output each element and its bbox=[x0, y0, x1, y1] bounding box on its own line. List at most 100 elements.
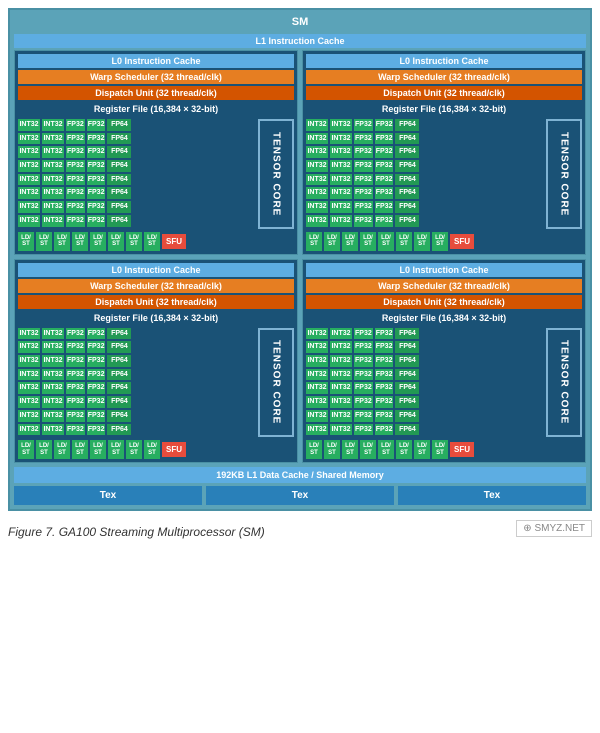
int32-cell: INT32 bbox=[306, 201, 328, 213]
ld-st-cell: LD/ST bbox=[324, 440, 340, 459]
ld-st-cell: LD/ST bbox=[72, 232, 88, 251]
int32-cell: INT32 bbox=[306, 424, 328, 436]
table-row: INT32 INT32 FP32 FP32 FP64 bbox=[18, 215, 255, 227]
table-row: INT32 INT32 FP32 FP32 FP64 bbox=[306, 133, 543, 145]
fp64-cell: FP64 bbox=[395, 174, 419, 186]
int-fp-grid-tl: INT32 INT32 FP32 FP32 FP64 INT32 INT32 F… bbox=[18, 119, 255, 229]
fp32-cell: FP32 bbox=[375, 160, 394, 172]
dispatch-unit-tl: Dispatch Unit (32 thread/clk) bbox=[18, 86, 294, 100]
fp32-cell: FP32 bbox=[66, 341, 85, 353]
fp32-cell: FP32 bbox=[375, 382, 394, 394]
int32-cell: INT32 bbox=[18, 215, 40, 227]
sm-title: SM bbox=[14, 14, 586, 30]
int32-cell: INT32 bbox=[18, 328, 40, 340]
fp32-cell: FP32 bbox=[66, 382, 85, 394]
ld-st-cell: LD/ST bbox=[414, 232, 430, 251]
table-row: INT32 INT32 FP32 FP32 FP64 bbox=[18, 341, 255, 353]
fp32-cell: FP32 bbox=[66, 174, 85, 186]
int32-cell: INT32 bbox=[330, 369, 352, 381]
fp32-cell: FP32 bbox=[87, 187, 106, 199]
int32-cell: INT32 bbox=[330, 382, 352, 394]
ld-st-cell: LD/ST bbox=[306, 232, 322, 251]
fp32-cell: FP32 bbox=[354, 369, 373, 381]
fp32-cell: FP32 bbox=[354, 382, 373, 394]
table-row: INT32 INT32 FP32 FP32 FP64 bbox=[18, 160, 255, 172]
table-row: INT32 INT32 FP32 FP32 FP64 bbox=[306, 382, 543, 394]
fp32-cell: FP32 bbox=[375, 146, 394, 158]
fp32-cell: FP32 bbox=[87, 382, 106, 394]
fp32-cell: FP32 bbox=[375, 174, 394, 186]
int32-cell: INT32 bbox=[330, 201, 352, 213]
fp64-cell: FP64 bbox=[395, 355, 419, 367]
int32-cell: INT32 bbox=[42, 187, 64, 199]
table-row: INT32 INT32 FP32 FP32 FP64 bbox=[306, 341, 543, 353]
int32-cell: INT32 bbox=[330, 187, 352, 199]
ld-st-cell: LD/ST bbox=[306, 440, 322, 459]
int32-cell: INT32 bbox=[330, 119, 352, 131]
int32-cell: INT32 bbox=[18, 424, 40, 436]
dispatch-unit-tr: Dispatch Unit (32 thread/clk) bbox=[306, 86, 582, 100]
fp64-cell: FP64 bbox=[107, 355, 131, 367]
fp32-cell: FP32 bbox=[87, 355, 106, 367]
l1-instruction-cache-top: L1 Instruction Cache bbox=[14, 34, 586, 48]
int32-cell: INT32 bbox=[18, 133, 40, 145]
fp32-cell: FP32 bbox=[354, 424, 373, 436]
fp32-cell: FP32 bbox=[87, 201, 106, 213]
ld-st-cell: LD/ST bbox=[144, 440, 160, 459]
fp32-cell: FP32 bbox=[375, 328, 394, 340]
int32-cell: INT32 bbox=[330, 160, 352, 172]
four-quadrants: L0 Instruction Cache Warp Scheduler (32 … bbox=[14, 50, 586, 463]
int32-cell: INT32 bbox=[330, 341, 352, 353]
fp64-cell: FP64 bbox=[107, 187, 131, 199]
fp32-cell: FP32 bbox=[375, 187, 394, 199]
quadrant-top-right: L0 Instruction Cache Warp Scheduler (32 … bbox=[302, 50, 586, 255]
fp32-cell: FP32 bbox=[87, 146, 106, 158]
fp64-cell: FP64 bbox=[395, 341, 419, 353]
sfu-cell-tr: SFU bbox=[450, 234, 474, 249]
fp64-cell: FP64 bbox=[107, 328, 131, 340]
fp32-cell: FP32 bbox=[66, 201, 85, 213]
int32-cell: INT32 bbox=[306, 215, 328, 227]
int32-cell: INT32 bbox=[330, 355, 352, 367]
fp32-cell: FP32 bbox=[66, 396, 85, 408]
fp32-cell: FP32 bbox=[66, 424, 85, 436]
int32-cell: INT32 bbox=[42, 382, 64, 394]
fp32-cell: FP32 bbox=[375, 410, 394, 422]
fp32-cell: FP32 bbox=[87, 396, 106, 408]
fp64-cell: FP64 bbox=[395, 369, 419, 381]
int32-cell: INT32 bbox=[18, 187, 40, 199]
table-row: INT32 INT32 FP32 FP32 FP64 bbox=[306, 201, 543, 213]
ld-st-cell: LD/ST bbox=[36, 232, 52, 251]
int32-cell: INT32 bbox=[42, 355, 64, 367]
fp32-cell: FP32 bbox=[66, 369, 85, 381]
tex-cells: Tex Tex Tex bbox=[14, 486, 586, 505]
tex-cell-center: Tex bbox=[206, 486, 394, 505]
fp32-cell: FP32 bbox=[354, 355, 373, 367]
table-row: INT32 INT32 FP32 FP32 FP64 bbox=[18, 355, 255, 367]
bottom-row-bl: LD/ST LD/ST LD/ST LD/ST LD/ST LD/ST LD/S… bbox=[18, 440, 294, 459]
fp64-cell: FP64 bbox=[395, 146, 419, 158]
fp64-cell: FP64 bbox=[395, 160, 419, 172]
fp64-cell: FP64 bbox=[107, 410, 131, 422]
fp64-cell: FP64 bbox=[107, 133, 131, 145]
ld-st-cell: LD/ST bbox=[396, 232, 412, 251]
int32-cell: INT32 bbox=[306, 146, 328, 158]
warp-scheduler-tl: Warp Scheduler (32 thread/clk) bbox=[18, 70, 294, 84]
fp32-cell: FP32 bbox=[375, 424, 394, 436]
fp32-cell: FP32 bbox=[375, 396, 394, 408]
sfu-cell-bl: SFU bbox=[162, 442, 186, 457]
tex-cell-left: Tex bbox=[14, 486, 202, 505]
int32-cell: INT32 bbox=[18, 174, 40, 186]
table-row: INT32 INT32 FP32 FP32 FP64 bbox=[306, 396, 543, 408]
fp32-cell: FP32 bbox=[87, 160, 106, 172]
l0-cache-bl: L0 Instruction Cache bbox=[18, 263, 294, 277]
int32-cell: INT32 bbox=[42, 424, 64, 436]
l0-cache-tr: L0 Instruction Cache bbox=[306, 54, 582, 68]
fp64-cell: FP64 bbox=[395, 201, 419, 213]
compute-section-br: INT32 INT32 FP32 FP32 FP64 INT32 INT32 F… bbox=[306, 328, 582, 438]
table-row: INT32 INT32 FP32 FP32 FP64 bbox=[18, 119, 255, 131]
ld-st-cell: LD/ST bbox=[72, 440, 88, 459]
fp64-cell: FP64 bbox=[107, 215, 131, 227]
fp32-cell: FP32 bbox=[354, 119, 373, 131]
int32-cell: INT32 bbox=[330, 174, 352, 186]
